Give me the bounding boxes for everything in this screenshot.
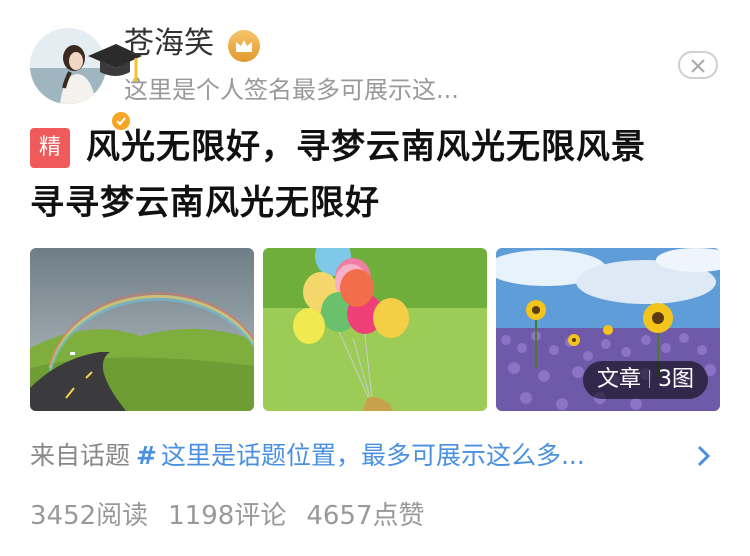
post-stats: 3452阅读 1198评论 4657点赞 <box>30 496 445 536</box>
featured-badge: 精 <box>30 128 70 168</box>
image-count-label: 3图 <box>658 367 694 392</box>
close-button[interactable] <box>678 51 718 79</box>
balloons-photo[interactable] <box>263 248 487 411</box>
topic-row[interactable]: 来自话题 # 这里是话题位置，最多可展示这么多... <box>30 436 585 476</box>
avatar-container[interactable] <box>30 28 142 132</box>
close-icon <box>691 59 705 73</box>
article-type-label: 文章 <box>596 367 641 392</box>
comment-count[interactable]: 1198评论 <box>168 501 286 531</box>
sunflowers-photo[interactable]: 文章 3图 <box>496 248 720 411</box>
read-count: 3452阅读 <box>30 501 149 531</box>
post-title-line-1[interactable]: 风光无限好，寻梦云南风光无限风景 <box>86 124 646 170</box>
image-count-tag: 文章 3图 <box>582 361 708 399</box>
username[interactable]: 苍海笑 <box>124 24 214 64</box>
user-signature: 这里是个人签名最多可展示这... <box>124 76 459 104</box>
topic-prefix: 来自话题 <box>30 441 131 470</box>
crown-icon[interactable] <box>228 30 260 62</box>
like-count[interactable]: 4657点赞 <box>306 501 424 531</box>
topic-link[interactable]: 这里是话题位置，最多可展示这么多... <box>161 441 585 470</box>
post-title-line-2[interactable]: 寻寻梦云南风光无限好 <box>30 180 380 226</box>
rainbow-road-photo[interactable] <box>30 248 254 411</box>
chevron-right-icon[interactable] <box>696 444 712 468</box>
post-header: 苍海笑 这里是个人签名最多可展示这... <box>0 0 750 132</box>
topic-hash-icon: # <box>136 441 157 470</box>
tag-divider <box>649 370 650 388</box>
